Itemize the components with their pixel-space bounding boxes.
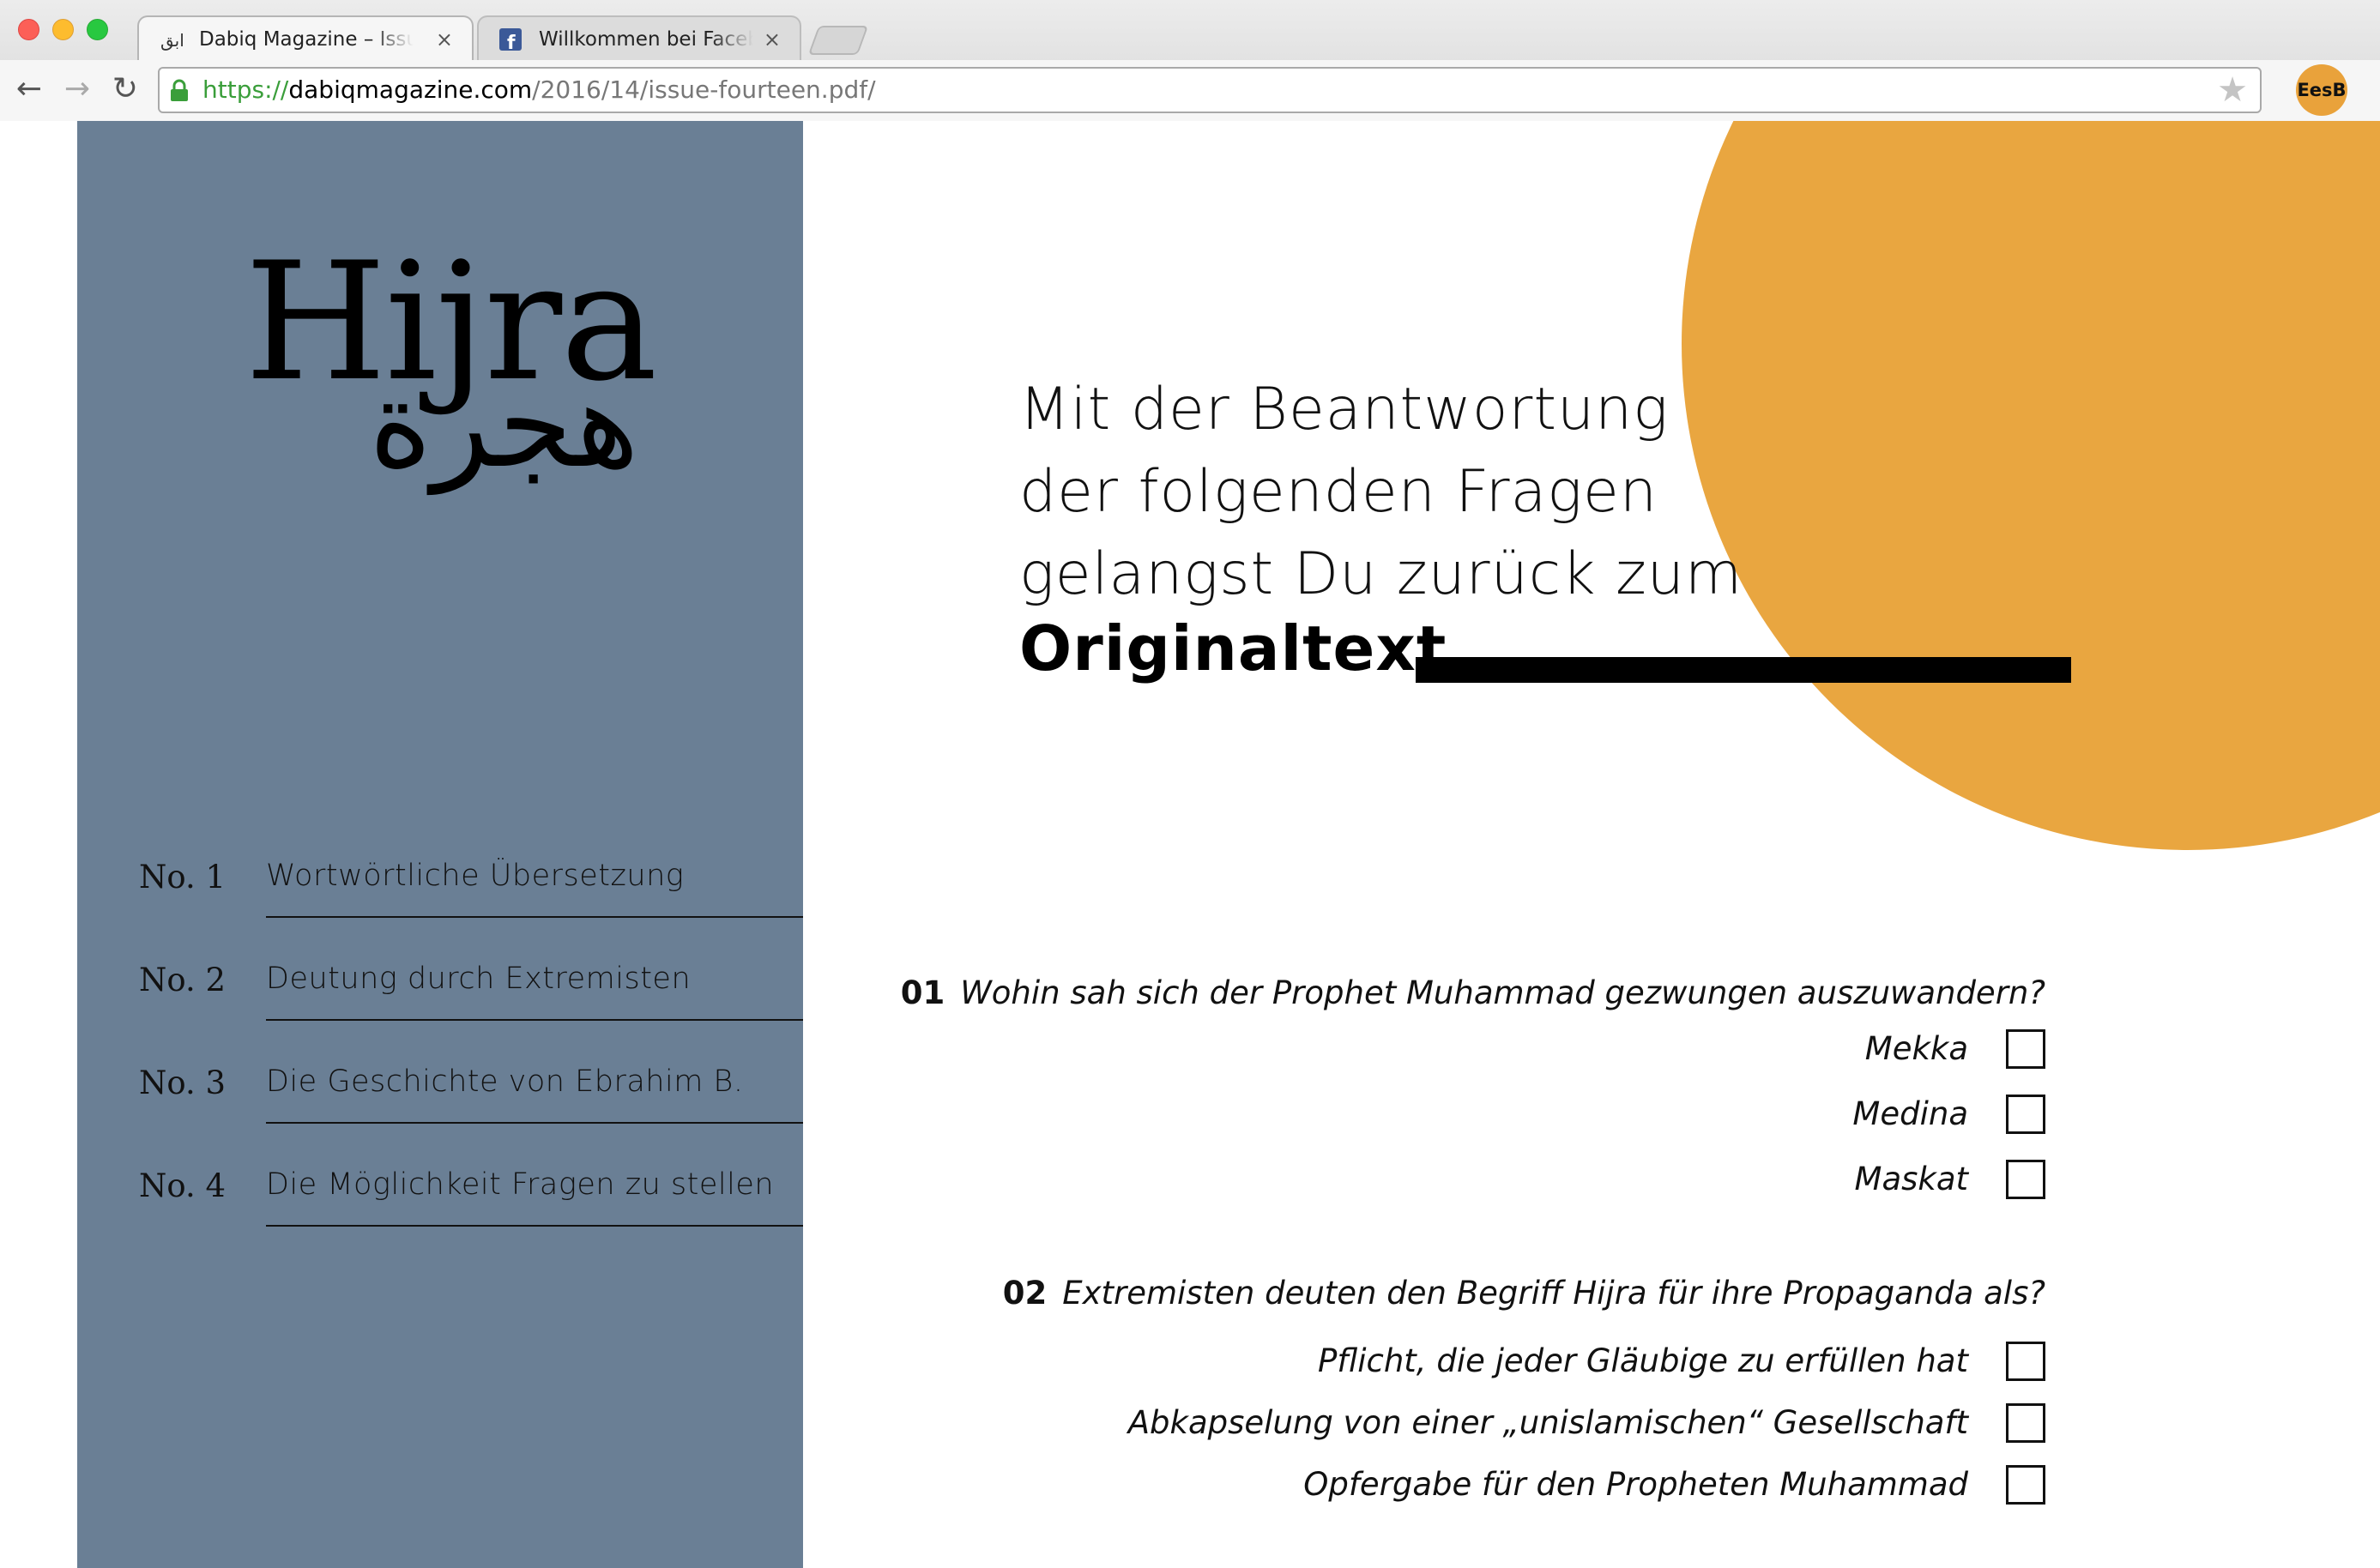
intro-line-2: der folgenden Fragen [1019,458,1658,526]
answer-checkbox[interactable] [2006,1465,2045,1505]
new-tab-button[interactable] [807,26,869,55]
toc-number: No. 2 [139,962,227,998]
minimize-window-button[interactable] [52,19,74,40]
toc-divider [266,1019,803,1021]
svg-text:f: f [507,33,516,51]
answer-label: Mekka [1864,1030,1968,1067]
dabiq-favicon: ابق [160,30,184,51]
zoom-window-button[interactable] [87,19,108,40]
answer-checkbox[interactable] [2006,1403,2045,1443]
back-icon[interactable]: ← [12,72,46,106]
answer-option[interactable]: Pflicht, die jeder Gläubige zu erfüllen … [1016,1342,2045,1381]
intro-line-1: Mit der Beantwortung [1019,376,1670,443]
toc-item-1[interactable]: No. 1 Wortwörtliche Übersetzung [77,833,803,936]
sidebar: Hijra هجرة No. 1 Wortwörtliche Übersetzu… [77,121,803,1568]
toc-divider [266,1225,803,1227]
answer-label: Abkapselung von einer „unislamischen“ Ge… [1127,1404,1968,1441]
answer-checkbox[interactable] [2006,1342,2045,1381]
answer-checkbox[interactable] [2006,1095,2045,1134]
answer-option[interactable]: Opfergabe für den Propheten Muhammad [1016,1465,2045,1505]
lock-icon [171,79,188,101]
toc-item-3[interactable]: No. 3 Die Geschichte von Ebrahim B. [77,1039,803,1142]
close-tab-icon[interactable]: × [436,17,453,60]
profile-avatar[interactable]: EesB [2296,64,2347,116]
answer-option[interactable]: Abkapselung von einer „unislamischen“ Ge… [1016,1403,2045,1443]
browser-chrome: ابق Dabiq Magazine – Issue F × f Willkom… [0,0,2380,121]
address-bar[interactable]: https://dabiqmagazine.com/2016/14/issue-… [158,67,2262,113]
tab-title: Dabiq Magazine – Issue F [199,28,414,51]
facebook-icon: f [499,28,522,51]
answer-label: Medina [1852,1095,1968,1132]
close-window-button[interactable] [18,19,39,40]
toc-number: No. 1 [139,859,227,896]
answer-checkbox[interactable] [2006,1160,2045,1199]
tab-title: Willkommen bei Facebook [539,28,753,51]
answer-label: Pflicht, die jeder Gläubige zu erfüllen … [1318,1342,1968,1379]
intro-line-3: gelangst Du zurück zum [1019,540,1743,608]
answer-option[interactable]: Mekka [1531,1029,2045,1069]
question-2: 02 Extremisten deuten den Begriff Hijra f… [1003,1275,2045,1312]
answer-option[interactable]: Maskat [1531,1160,2045,1199]
page-content: Hijra هجرة No. 1 Wortwörtliche Übersetzu… [0,121,2380,1568]
toc-item-2[interactable]: No. 2 Deutung durch Extremisten [77,936,803,1039]
url-text: https://dabiqmagazine.com/2016/14/issue-… [202,69,876,112]
close-tab-icon[interactable]: × [764,17,781,60]
bookmark-star-icon[interactable]: ★ [2217,72,2248,108]
url-scheme: https:// [202,75,289,104]
toc-label: Die Möglichkeit Fragen zu stellen [266,1167,775,1202]
question-text: Wohin sah sich der Prophet Muhammad gezw… [960,974,2045,1011]
question-1: 01 Wohin sah sich der Prophet Muhammad ge… [901,974,2045,1011]
tab-dabiq[interactable]: ابق Dabiq Magazine – Issue F × [137,15,474,60]
logo-hijra-arabic: هجرة [369,355,639,495]
answer-option[interactable]: Medina [1531,1095,2045,1134]
toc-label: Deutung durch Extremisten [266,962,692,996]
toc-number: No. 3 [139,1064,227,1101]
intro-heading-strong: Originaltext [1019,612,1447,684]
decorative-circle [1682,121,2380,850]
answer-label: Maskat [1854,1161,1968,1197]
reload-icon[interactable]: ↻ [108,72,142,106]
intro-underline-bar [1416,657,2071,683]
toc-item-4[interactable]: No. 4 Die Möglichkeit Fragen zu stellen [77,1142,803,1245]
url-host: dabiqmagazine.com [288,75,533,104]
answer-label: Opfergabe für den Propheten Muhammad [1303,1466,1968,1503]
question-number: 02 [1002,1275,1048,1312]
svg-text:ابق: ابق [160,30,184,51]
question-text: Extremisten deuten den Begriff Hijra für… [1062,1275,2045,1312]
forward-icon[interactable]: → [60,72,94,106]
toc-label: Die Geschichte von Ebrahim B. [266,1064,744,1099]
toc-number: No. 4 [139,1167,227,1204]
toc-divider [266,1122,803,1124]
question-number: 01 [900,974,945,1011]
answer-checkbox[interactable] [2006,1029,2045,1069]
toc-label: Wortwörtliche Übersetzung [266,859,685,893]
toc-divider [266,916,803,918]
url-path: /2016/14/issue-fourteen.pdf/ [532,75,876,104]
tab-facebook[interactable]: f Willkommen bei Facebook × [477,15,801,60]
